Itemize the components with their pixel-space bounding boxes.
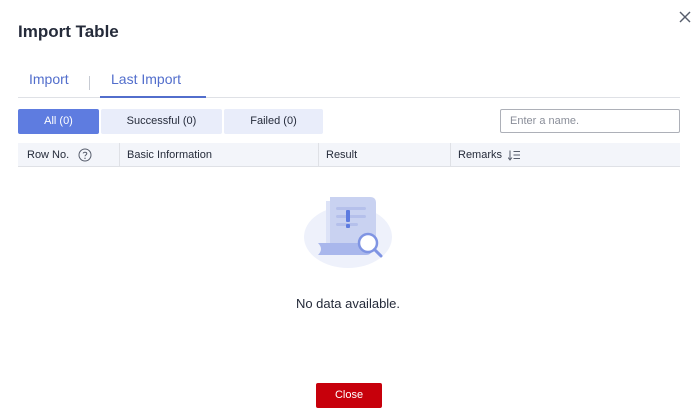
- table-header: Row No. Basic Information Result Remarks: [18, 143, 680, 167]
- filter-failed-button[interactable]: Failed (0): [224, 109, 323, 134]
- sort-icon[interactable]: [508, 150, 520, 161]
- dialog-title: Import Table: [18, 22, 119, 41]
- column-header-remarks: Remarks: [458, 149, 503, 161]
- tab-last-import[interactable]: Last Import: [111, 72, 181, 98]
- column-header-basic-information: Basic Information: [127, 149, 212, 161]
- column-header-result: Result: [326, 149, 358, 161]
- name-search-input[interactable]: [500, 109, 680, 133]
- close-icon[interactable]: [678, 10, 692, 24]
- column-header-row-no: Row No.: [27, 149, 70, 161]
- tab-bar: Import Last Import: [18, 72, 680, 98]
- filter-successful-button[interactable]: Successful (0): [101, 109, 222, 134]
- empty-state-message: No data available.: [295, 296, 401, 311]
- tab-import[interactable]: Import: [29, 72, 69, 98]
- active-tab-indicator: [100, 96, 206, 98]
- help-icon[interactable]: [78, 148, 92, 162]
- no-data-illustration: [304, 197, 392, 268]
- filter-all-button[interactable]: All (0): [18, 109, 99, 134]
- tab-divider: [89, 76, 90, 90]
- close-button[interactable]: Close: [316, 383, 382, 408]
- import-table-dialog: Import Table Import Last Import All (0) …: [0, 0, 696, 413]
